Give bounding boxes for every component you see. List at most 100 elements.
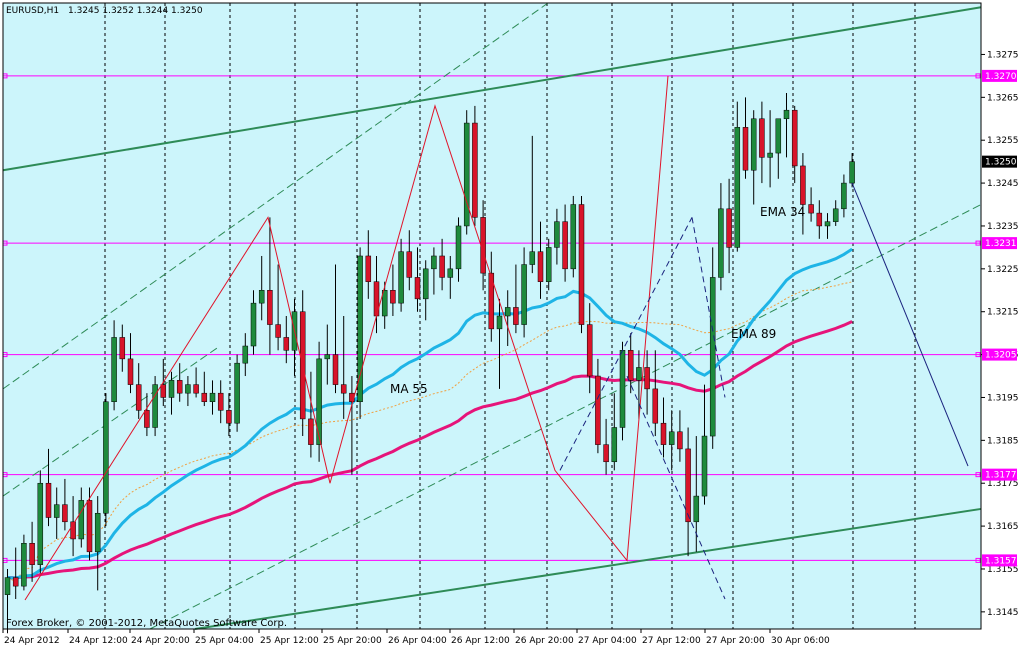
candle-body xyxy=(455,225,462,270)
time-tick-label: 24 Apr 12:00 xyxy=(69,636,128,646)
candle-body xyxy=(111,337,117,403)
candle-body xyxy=(324,354,331,360)
candle-body xyxy=(685,448,691,523)
copyright-notice: Forex Broker, © 2001-2012, MetaQuotes So… xyxy=(6,618,287,629)
ohlc-readout: 1.3245 1.3252 1.3244 1.3250 xyxy=(68,6,203,16)
candle-body xyxy=(275,324,281,338)
level-price-tag: 1.3205 xyxy=(985,351,1017,361)
candle-body xyxy=(152,384,158,428)
candle-body xyxy=(595,375,601,445)
time-tick-label: 26 Apr 20:00 xyxy=(515,636,574,646)
candle-body xyxy=(472,122,478,218)
price-tick-label: 1.3175 xyxy=(987,479,1018,489)
candle-body xyxy=(62,504,68,523)
candle-body xyxy=(21,542,27,587)
candle-body xyxy=(201,392,208,403)
candle-body xyxy=(340,384,347,394)
candle-body xyxy=(808,204,814,214)
candle-body xyxy=(668,431,675,445)
time-tick-label: 30 Apr 06:00 xyxy=(771,636,830,646)
candle-body xyxy=(521,264,527,325)
time-tick-label: 27 Apr 20:00 xyxy=(706,636,765,646)
candle-body xyxy=(800,165,806,205)
candle-body xyxy=(636,367,642,381)
candle-body xyxy=(775,118,782,154)
price-tick-label: 1.3225 xyxy=(987,265,1018,275)
candle-body xyxy=(119,337,126,360)
candle-body xyxy=(611,427,618,463)
candle-body xyxy=(759,118,765,158)
candle-body xyxy=(660,422,667,445)
candle-body xyxy=(308,418,314,445)
candle-body xyxy=(586,324,593,377)
level-price-tag: 1.3231 xyxy=(985,239,1017,249)
time-tick-label: 24 Apr 20:00 xyxy=(131,636,190,646)
candle-body xyxy=(619,350,626,428)
current-price-tag: 1.3250 xyxy=(985,158,1017,168)
candle-body xyxy=(816,212,823,227)
candle-body xyxy=(570,204,577,270)
candle-body xyxy=(103,401,109,514)
candle-body xyxy=(545,247,552,282)
candle-body xyxy=(135,384,142,411)
candle-body xyxy=(513,307,519,325)
candle-body xyxy=(537,251,544,282)
candle-body xyxy=(718,208,724,278)
candle-body xyxy=(677,431,683,450)
candle-body xyxy=(94,512,101,553)
candle-body xyxy=(37,482,44,565)
candle-body xyxy=(693,495,700,523)
candle-body xyxy=(644,367,650,390)
candle-body xyxy=(529,251,536,265)
candle-body xyxy=(578,204,585,325)
time-axis: 24 Apr 2012 24 Apr 12:00 24 Apr 20:00 25 Ap… xyxy=(2,629,830,646)
candle-body xyxy=(250,302,257,347)
candle-body xyxy=(332,354,339,385)
candle-body xyxy=(554,221,560,248)
time-tick-label: 25 Apr 04:00 xyxy=(195,636,254,646)
candle-body xyxy=(398,251,404,304)
price-tick-label: 1.3195 xyxy=(987,393,1018,403)
candle-body xyxy=(652,388,659,424)
candle-body xyxy=(463,122,470,227)
price-tick-label: 1.3185 xyxy=(987,436,1018,446)
price-axis: 1.3275 1.3265 1.3255 1.3245 1.3235 1.3225 1.32… xyxy=(981,50,1018,618)
candle-body xyxy=(627,350,634,381)
candle-body xyxy=(78,500,85,540)
time-tick-label: 25 Apr 20:00 xyxy=(323,636,382,646)
candle-body xyxy=(316,358,322,445)
ema34-label: EMA 34 xyxy=(760,205,805,219)
candle-body xyxy=(226,410,232,424)
candle-body xyxy=(144,410,150,428)
price-tick-label: 1.3245 xyxy=(987,179,1018,189)
candle-body xyxy=(849,161,855,184)
candle-body xyxy=(439,255,445,278)
price-tick-label: 1.3155 xyxy=(987,565,1018,575)
candle-body xyxy=(365,255,372,282)
candle-body xyxy=(242,345,249,364)
candle-body xyxy=(12,577,19,587)
price-tick-label: 1.3215 xyxy=(987,308,1018,318)
candle-body xyxy=(283,337,290,351)
candle-body xyxy=(29,542,35,565)
level-price-tag: 1.3177 xyxy=(985,471,1017,481)
candle-body xyxy=(824,221,831,227)
candle-body xyxy=(791,109,798,167)
candle-body xyxy=(267,290,273,325)
price-tick-label: 1.3145 xyxy=(987,608,1018,618)
candle-body xyxy=(4,577,11,595)
candle-body xyxy=(750,118,757,171)
candle-body xyxy=(234,362,240,424)
time-tick-label: 24 Apr 2012 xyxy=(4,636,60,646)
candle-body xyxy=(217,392,224,411)
candle-body xyxy=(185,384,191,394)
candle-body xyxy=(127,358,134,385)
candle-body xyxy=(53,504,60,518)
candle-body xyxy=(258,290,265,304)
candle-body xyxy=(406,251,413,278)
candle-body xyxy=(726,208,732,248)
chart-title: EURUSD,H1 xyxy=(6,6,59,16)
level-price-tag: 1.3157 xyxy=(985,556,1017,566)
candle-body xyxy=(209,392,216,403)
time-tick-label: 27 Apr 12:00 xyxy=(642,636,701,646)
